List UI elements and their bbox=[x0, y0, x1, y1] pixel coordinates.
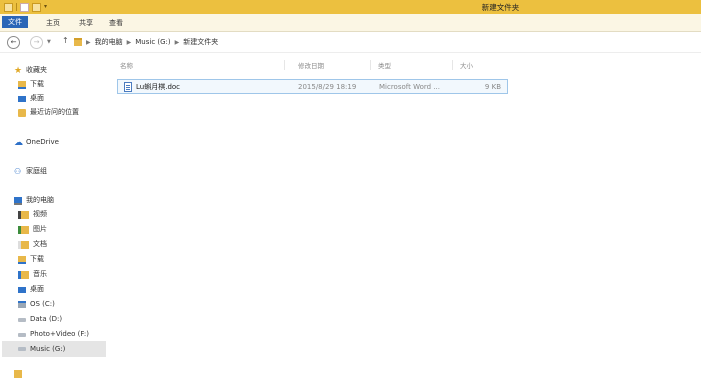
folder-icon bbox=[74, 38, 82, 46]
title-bar: ▾ 新建文件夹 bbox=[0, 0, 701, 14]
tab-file[interactable]: 文件 bbox=[2, 16, 28, 28]
sidebar-item-drive-g[interactable]: Music (G:) bbox=[2, 341, 106, 357]
drive-icon bbox=[18, 317, 26, 322]
homegroup-icon: ⚇ bbox=[14, 166, 22, 176]
downloads-folder-icon bbox=[18, 80, 26, 89]
sidebar-item-documents[interactable]: 文档 bbox=[18, 238, 47, 251]
sidebar-item-label: 桌面 bbox=[30, 94, 44, 102]
sidebar-item-recent[interactable]: 最近访问的位置 bbox=[18, 106, 79, 119]
sidebar-item-downloads-pc[interactable]: 下载 bbox=[18, 253, 44, 266]
music-folder-icon bbox=[18, 270, 29, 279]
sidebar-item-music[interactable]: 音乐 bbox=[18, 268, 47, 281]
navigation-pane: ★ 收藏夹 下载 桌面 最近访问的位置 ☁ OneDrive ⚇ 家庭组 我的电… bbox=[0, 58, 112, 378]
desktop-icon bbox=[18, 286, 26, 293]
sidebar-item-label: 收藏夹 bbox=[26, 66, 47, 74]
file-modified: 2015/8/29 18:19 bbox=[298, 83, 357, 91]
recent-places-icon bbox=[18, 108, 26, 117]
sidebar-item-desktop[interactable]: 桌面 bbox=[18, 92, 44, 105]
sidebar-item-label: 文档 bbox=[33, 240, 47, 248]
sidebar-item-more[interactable] bbox=[14, 367, 22, 380]
breadcrumb-drive[interactable]: Music (G:) bbox=[135, 38, 170, 46]
system-drive-icon bbox=[18, 301, 26, 308]
desktop-icon bbox=[18, 95, 26, 102]
navigation-bar: ← → ▼ ↑ ▶ 我的电脑 ▶ Music (G:) ▶ 新建文件夹 bbox=[0, 32, 701, 53]
sidebar-item-favorites[interactable]: ★ 收藏夹 bbox=[14, 64, 47, 77]
pictures-folder-icon bbox=[18, 225, 29, 234]
file-type: Microsoft Word ... bbox=[379, 83, 440, 91]
file-row[interactable]: Lu蝌月棋.doc 2015/8/29 18:19 Microsoft Word… bbox=[117, 79, 508, 94]
sidebar-item-label: 我的电脑 bbox=[26, 196, 54, 204]
sidebar-item-label: 最近访问的位置 bbox=[30, 108, 79, 116]
tab-view[interactable]: 查看 bbox=[104, 17, 128, 29]
sidebar-item-label: 桌面 bbox=[30, 285, 44, 293]
column-divider[interactable] bbox=[452, 60, 453, 70]
column-header-type[interactable]: 类型 bbox=[378, 60, 391, 70]
window-title: 新建文件夹 bbox=[481, 3, 520, 12]
sidebar-item-downloads[interactable]: 下载 bbox=[18, 78, 44, 91]
sidebar-item-computer[interactable]: 我的电脑 bbox=[14, 194, 54, 207]
tab-share[interactable]: 共享 bbox=[74, 17, 98, 29]
ribbon-tabs: 文件 主页 共享 查看 bbox=[0, 14, 701, 32]
chevron-right-icon[interactable]: ▶ bbox=[86, 39, 91, 46]
forward-button[interactable]: → bbox=[30, 36, 43, 49]
breadcrumb-computer[interactable]: 我的电脑 bbox=[95, 37, 123, 47]
sidebar-item-drive-d[interactable]: Data (D:) bbox=[18, 313, 62, 326]
column-header-name[interactable]: 名称 bbox=[120, 60, 133, 70]
back-button[interactable]: ← bbox=[7, 36, 20, 49]
word-document-icon bbox=[124, 82, 132, 92]
sidebar-item-label: 下载 bbox=[30, 255, 44, 263]
documents-folder-icon bbox=[18, 240, 29, 249]
column-divider[interactable] bbox=[284, 60, 285, 70]
tab-home[interactable]: 主页 bbox=[41, 17, 65, 29]
chevron-right-icon[interactable]: ▶ bbox=[127, 39, 132, 46]
sidebar-item-pictures[interactable]: 图片 bbox=[18, 223, 47, 236]
file-name: Lu蝌月棋.doc bbox=[136, 83, 181, 91]
sidebar-item-label: Music (G:) bbox=[30, 345, 66, 353]
sidebar-item-label: 图片 bbox=[33, 225, 47, 233]
column-header-size[interactable]: 大小 bbox=[460, 60, 473, 70]
column-headers: 名称 修改日期 类型 大小 bbox=[112, 60, 512, 72]
breadcrumb-folder[interactable]: 新建文件夹 bbox=[183, 37, 218, 47]
sidebar-item-label: 视频 bbox=[33, 210, 47, 218]
sidebar-item-homegroup[interactable]: ⚇ 家庭组 bbox=[14, 165, 47, 178]
sidebar-item-drive-c[interactable]: OS (C:) bbox=[18, 298, 55, 311]
sidebar-item-drive-f[interactable]: Photo+Video (F:) bbox=[18, 328, 89, 341]
file-size: 9 KB bbox=[484, 83, 501, 91]
sidebar-item-label: Data (D:) bbox=[30, 315, 63, 323]
sidebar-item-label: 家庭组 bbox=[26, 167, 47, 175]
star-icon: ★ bbox=[14, 65, 23, 76]
up-arrow-icon[interactable]: ↑ bbox=[62, 36, 69, 45]
sidebar-item-label: 音乐 bbox=[33, 270, 47, 278]
recent-locations-icon[interactable]: ▼ bbox=[47, 39, 51, 45]
cloud-icon: ☁ bbox=[14, 137, 23, 148]
sidebar-item-label: OS (C:) bbox=[30, 300, 55, 308]
chevron-right-icon[interactable]: ▶ bbox=[175, 39, 180, 46]
computer-icon bbox=[14, 196, 22, 205]
column-divider[interactable] bbox=[370, 60, 371, 70]
folder-icon bbox=[14, 369, 22, 378]
drive-icon bbox=[18, 347, 26, 351]
sidebar-item-label: Photo+Video (F:) bbox=[30, 330, 89, 338]
address-bar[interactable]: ▶ 我的电脑 ▶ Music (G:) ▶ 新建文件夹 bbox=[74, 36, 218, 48]
sidebar-item-videos[interactable]: 视频 bbox=[18, 208, 47, 221]
column-header-modified[interactable]: 修改日期 bbox=[298, 60, 324, 70]
sidebar-item-desktop-pc[interactable]: 桌面 bbox=[18, 283, 44, 296]
downloads-folder-icon bbox=[18, 255, 26, 264]
drive-icon bbox=[18, 332, 26, 337]
sidebar-item-label: 下载 bbox=[30, 80, 44, 88]
sidebar-item-label: OneDrive bbox=[26, 138, 59, 146]
sidebar-item-onedrive[interactable]: ☁ OneDrive bbox=[14, 136, 59, 149]
videos-folder-icon bbox=[18, 210, 29, 219]
